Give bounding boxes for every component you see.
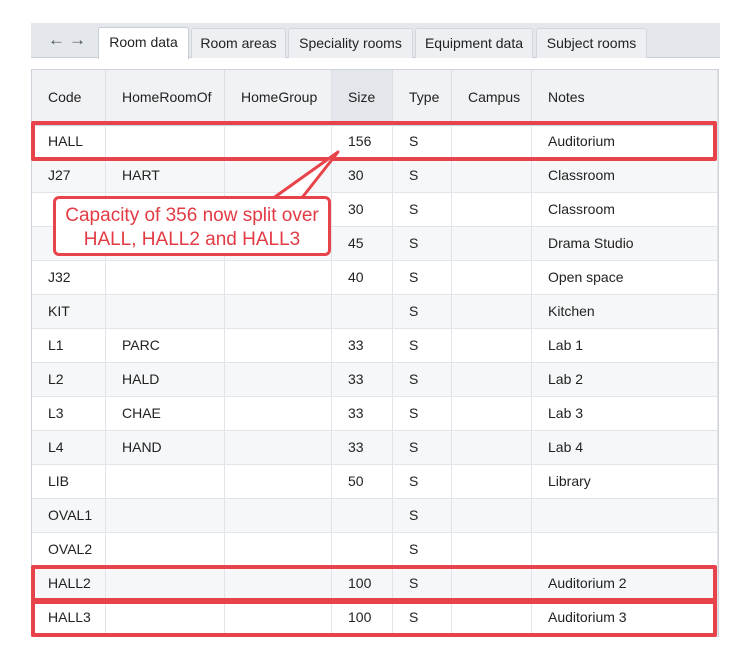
- callout-pointer: [270, 150, 340, 201]
- annotation-line-1: Capacity of 356 now split over: [65, 205, 319, 226]
- annotation-callout: Capacity of 356 now split over HALL, HAL…: [53, 196, 331, 256]
- annotation-line-2: HALL, HALL2 and HALL3: [83, 229, 301, 250]
